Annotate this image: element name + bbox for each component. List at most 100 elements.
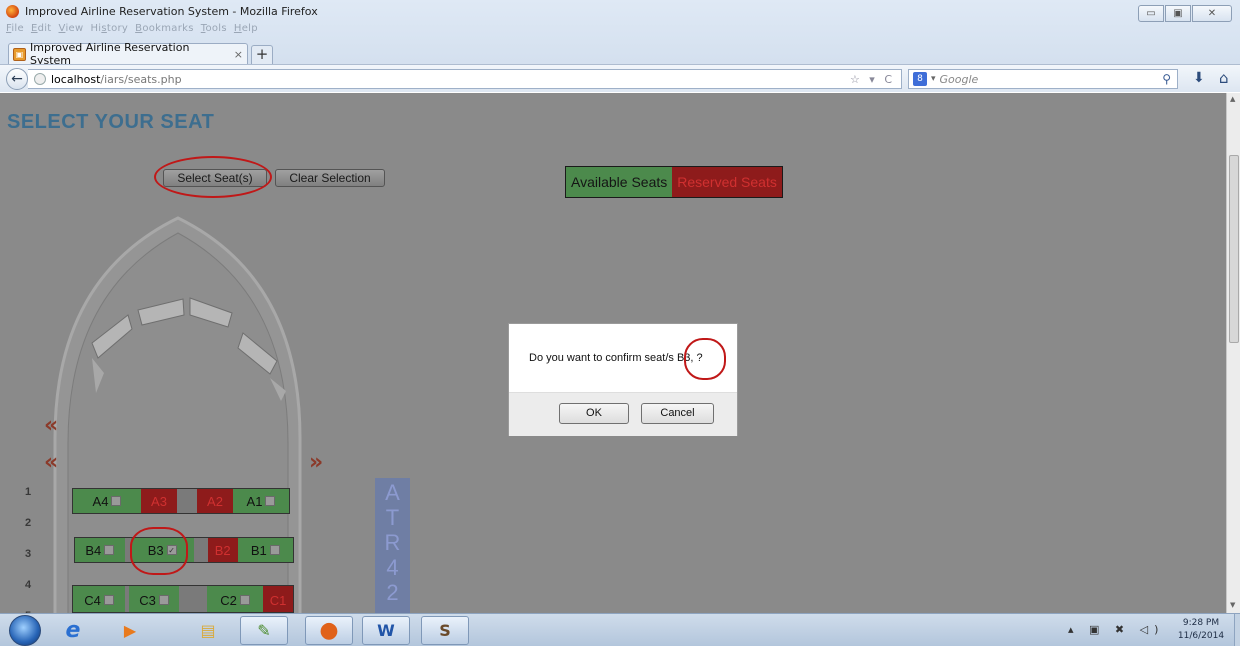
annotation-circle (130, 527, 188, 575)
window-title: Improved Airline Reservation System - Mo… (25, 4, 318, 18)
seat-label: C2 (220, 592, 237, 608)
sublime-text-icon[interactable]: S (421, 616, 469, 645)
seat-c4[interactable]: C4 (73, 586, 125, 612)
seat-a2: A2 (197, 489, 233, 513)
seat-checkbox[interactable] (265, 496, 276, 506)
annotation-circle (684, 338, 726, 380)
back-button[interactable]: ← (6, 68, 28, 90)
tab-strip: ▣ Improved Airline Reservation System × … (8, 41, 273, 67)
firefox-icon (6, 4, 19, 18)
media-player-icon[interactable]: ▶ (106, 616, 154, 645)
url-bar-icons[interactable]: ☆ ▾ C (850, 73, 895, 86)
seat-a1[interactable]: A1 (233, 489, 289, 513)
paint-icon[interactable]: ✎ (240, 616, 288, 645)
scrollbar-thumb[interactable] (1229, 155, 1239, 343)
menu-file[interactable]: File (6, 23, 24, 34)
window-controls: ▭ ▣ ✕ (1138, 5, 1232, 22)
seat-label: B1 (250, 542, 267, 558)
download-icon[interactable]: ⬇ (1193, 70, 1205, 86)
menu-bookmarks[interactable]: Bookmarks (135, 23, 194, 34)
start-button[interactable] (9, 615, 41, 646)
vertical-scrollbar[interactable]: ▲ ▼ (1226, 93, 1240, 613)
menu-view[interactable]: View (59, 23, 84, 34)
dialog-message: Do you want to confirm seat/s B3, ? (529, 352, 703, 364)
dialog-button-bar: OK Cancel (509, 392, 737, 436)
seat-label: C4 (84, 592, 101, 608)
annotation-circle (154, 156, 272, 198)
seat-row-c: C4 C3 C2 C1 (72, 585, 294, 613)
windows-taskbar: e ▶ ▤ ✎ ● W S ▴ ▣ ✖ ◁) 9:28 PM 11/6/2014 (0, 613, 1240, 646)
minimize-button[interactable]: ▭ (1138, 5, 1164, 22)
row-number: 1 (25, 486, 32, 498)
word-icon[interactable]: W (362, 616, 410, 645)
site-identity-icon[interactable] (34, 73, 46, 85)
tab-active[interactable]: ▣ Improved Airline Reservation System × (8, 41, 248, 67)
seat-b1[interactable]: B1 (237, 538, 293, 562)
row-number: 4 (25, 579, 32, 591)
url-bar[interactable]: localhost/iars/seats.php ☆ ▾ C (28, 69, 902, 89)
chevron-right-icon: » (309, 450, 323, 475)
search-icon[interactable]: ⚲ (1162, 72, 1171, 86)
menu-tools[interactable]: Tools (201, 23, 227, 34)
tab-close-icon[interactable]: × (234, 48, 243, 61)
scroll-up-icon[interactable]: ▲ (1230, 95, 1235, 103)
row-number: 3 (25, 548, 32, 560)
seat-label: C1 (269, 592, 287, 608)
seat-label: B2 (214, 542, 231, 558)
window-title-bar: Improved Airline Reservation System - Mo… (6, 4, 318, 18)
clock[interactable]: 9:28 PM 11/6/2014 (1168, 617, 1234, 643)
seat-b4[interactable]: B4 (75, 538, 125, 562)
menu-history[interactable]: History (90, 23, 128, 34)
seat-b2: B2 (207, 538, 238, 562)
clear-selection-button[interactable]: Clear Selection (275, 169, 385, 187)
google-search-engine-icon[interactable]: 8 (913, 72, 927, 86)
seat-checkbox[interactable] (269, 545, 280, 555)
new-tab-button[interactable]: + (251, 45, 273, 64)
scroll-down-icon[interactable]: ▼ (1230, 601, 1235, 609)
seat-c3[interactable]: C3 (129, 586, 179, 612)
seat-checkbox[interactable] (158, 595, 169, 605)
ok-button[interactable]: OK (559, 403, 629, 424)
seat-legend: Available Seats Reserved Seats (565, 166, 783, 198)
legend-available: Available Seats (566, 167, 673, 197)
aircraft-label-letter: 2 (386, 580, 399, 605)
aircraft-label-letter: R (384, 530, 401, 555)
system-tray[interactable]: ▴ ▣ ✖ ◁) (1068, 623, 1164, 636)
maximize-button[interactable]: ▣ (1165, 5, 1191, 22)
seat-checkbox[interactable] (239, 595, 250, 605)
confirm-dialog: Do you want to confirm seat/s B3, ? OK C… (508, 323, 738, 436)
aircraft-model-label: A T R 4 2 (375, 478, 410, 613)
aisle (193, 538, 208, 562)
row-number: 2 (25, 517, 32, 529)
home-icon[interactable]: ⌂ (1219, 69, 1229, 87)
seat-label: A1 (246, 493, 263, 509)
menu-edit[interactable]: Edit (31, 23, 52, 34)
navigation-toolbar: ← localhost/iars/seats.php ☆ ▾ C 8 ▾ Goo… (0, 64, 1240, 92)
page-viewport: SELECT YOUR SEAT Select Seat(s) Clear Se… (0, 93, 1226, 613)
close-button[interactable]: ✕ (1192, 5, 1232, 22)
file-explorer-icon[interactable]: ▤ (184, 616, 232, 645)
internet-explorer-icon[interactable]: e (49, 616, 97, 645)
seat-checkbox[interactable] (103, 595, 114, 605)
aisle (177, 489, 197, 513)
seat-c2[interactable]: C2 (207, 586, 263, 612)
aircraft-label-letter: 4 (386, 555, 399, 580)
seat-row-a: A4 A3 A2 A1 (72, 488, 290, 514)
aircraft-label-letter: T (385, 505, 400, 530)
seat-checkbox[interactable] (111, 496, 122, 506)
search-input[interactable]: 8 ▾ Google ⚲ (908, 69, 1178, 89)
engine-dropdown-icon[interactable]: ▾ (931, 74, 936, 84)
menu-bar: File Edit View History Bookmarks Tools Help (6, 23, 258, 34)
firefox-taskbar-icon[interactable]: ● (305, 616, 353, 645)
seat-checkbox[interactable] (104, 545, 115, 555)
legend-reserved: Reserved Seats (672, 167, 782, 197)
seat-a4[interactable]: A4 (73, 489, 141, 513)
cancel-button[interactable]: Cancel (641, 403, 714, 424)
seat-label: B4 (85, 542, 102, 558)
chevron-left-icon: « (44, 413, 58, 438)
menu-help[interactable]: Help (234, 23, 258, 34)
aisle (179, 586, 207, 610)
screen: Improved Airline Reservation System - Mo… (0, 0, 1240, 646)
browser-chrome: Improved Airline Reservation System - Mo… (0, 0, 1240, 92)
show-desktop-button[interactable] (1234, 614, 1240, 646)
